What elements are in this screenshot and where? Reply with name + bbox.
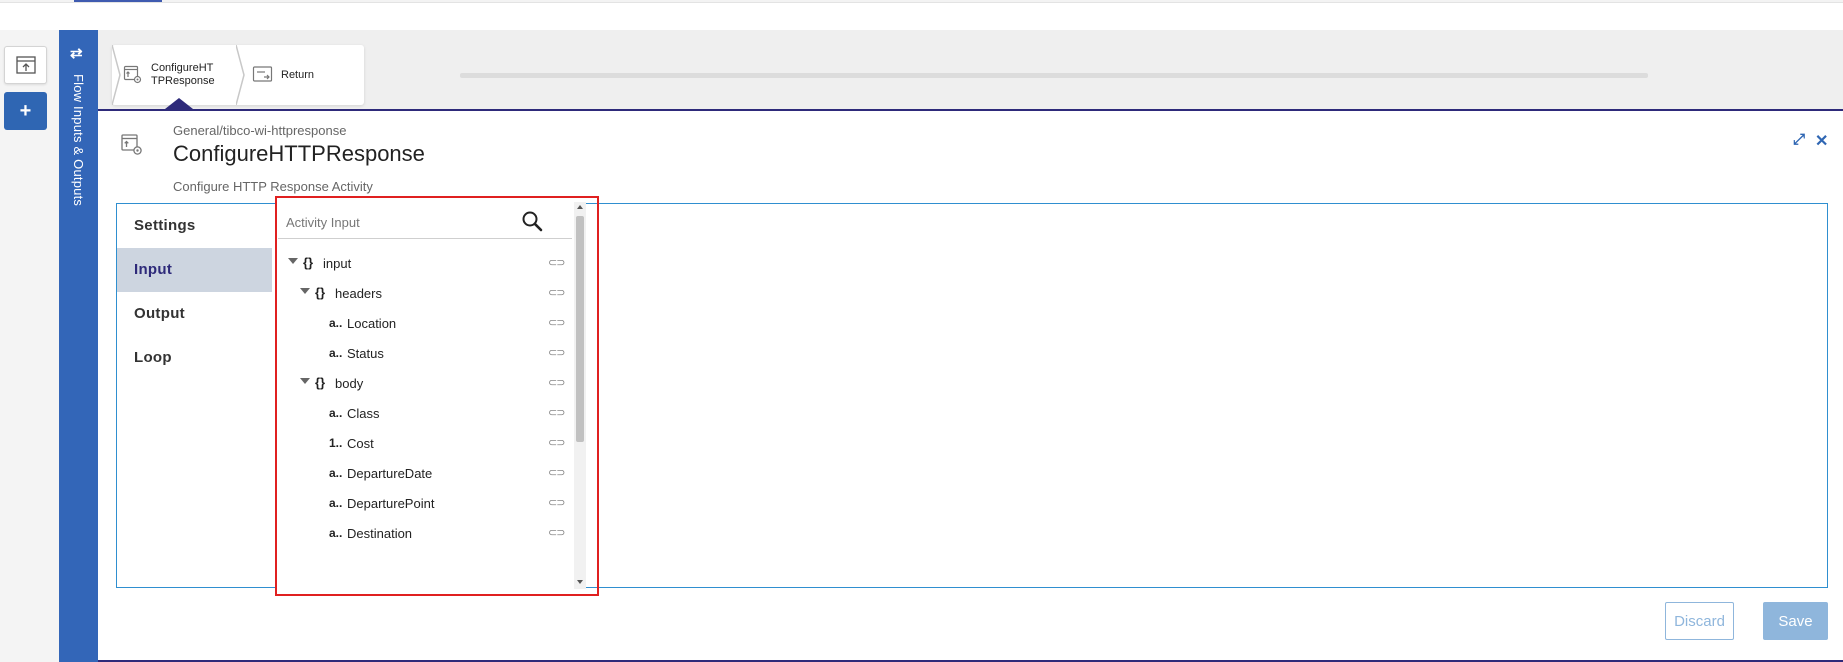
return-icon	[252, 64, 274, 86]
view-toggle-button[interactable]	[4, 46, 47, 84]
save-button[interactable]: Save	[1763, 602, 1828, 640]
highlight-frame	[275, 196, 599, 596]
flow-io-bar[interactable]: ⇄ Flow Inputs & Outputs	[59, 30, 98, 662]
breadcrumb-step-return[interactable]: Return	[252, 45, 362, 105]
add-button[interactable]: +	[4, 92, 47, 130]
plus-icon: +	[19, 99, 32, 122]
breadcrumb-step-configure[interactable]: ConfigureHT TPResponse	[122, 45, 237, 105]
chevron-right-icon	[236, 45, 245, 105]
page-title: ConfigureHTTPResponse	[173, 141, 425, 166]
discard-button[interactable]: Discard	[1665, 602, 1734, 640]
http-response-icon	[120, 133, 144, 162]
swap-arrows-icon[interactable]: ⇄	[70, 44, 83, 62]
tab-loop[interactable]: Loop	[117, 336, 272, 380]
breadcrumb-track	[460, 73, 1648, 78]
tab-output[interactable]: Output	[117, 292, 272, 336]
active-step-indicator	[165, 98, 193, 109]
activity-description: Configure HTTP Response Activity	[173, 179, 373, 194]
expand-icon[interactable]: ⤢	[1793, 131, 1805, 148]
config-tabs: Settings Input Output Loop	[117, 204, 272, 589]
breadcrumb-step-label: ConfigureHT TPResponse	[151, 62, 215, 87]
flow-io-label: Flow Inputs & Outputs	[71, 74, 86, 207]
tab-settings[interactable]: Settings	[117, 204, 272, 248]
browser-top-strip	[0, 0, 1843, 3]
top-accent	[74, 0, 162, 2]
breadcrumb-area: ConfigureHT TPResponse Return	[98, 30, 1843, 110]
export-view-icon	[15, 56, 36, 74]
breadcrumb: ConfigureHT TPResponse Return	[112, 45, 364, 105]
breadcrumb-step-label: Return	[281, 68, 315, 81]
http-response-icon	[122, 64, 144, 86]
tab-input[interactable]: Input	[117, 248, 272, 292]
left-toolbar: +	[0, 30, 58, 662]
activity-path: General/tibco-wi-httpresponse	[173, 123, 347, 138]
close-icon[interactable]: ✕	[1815, 131, 1828, 151]
